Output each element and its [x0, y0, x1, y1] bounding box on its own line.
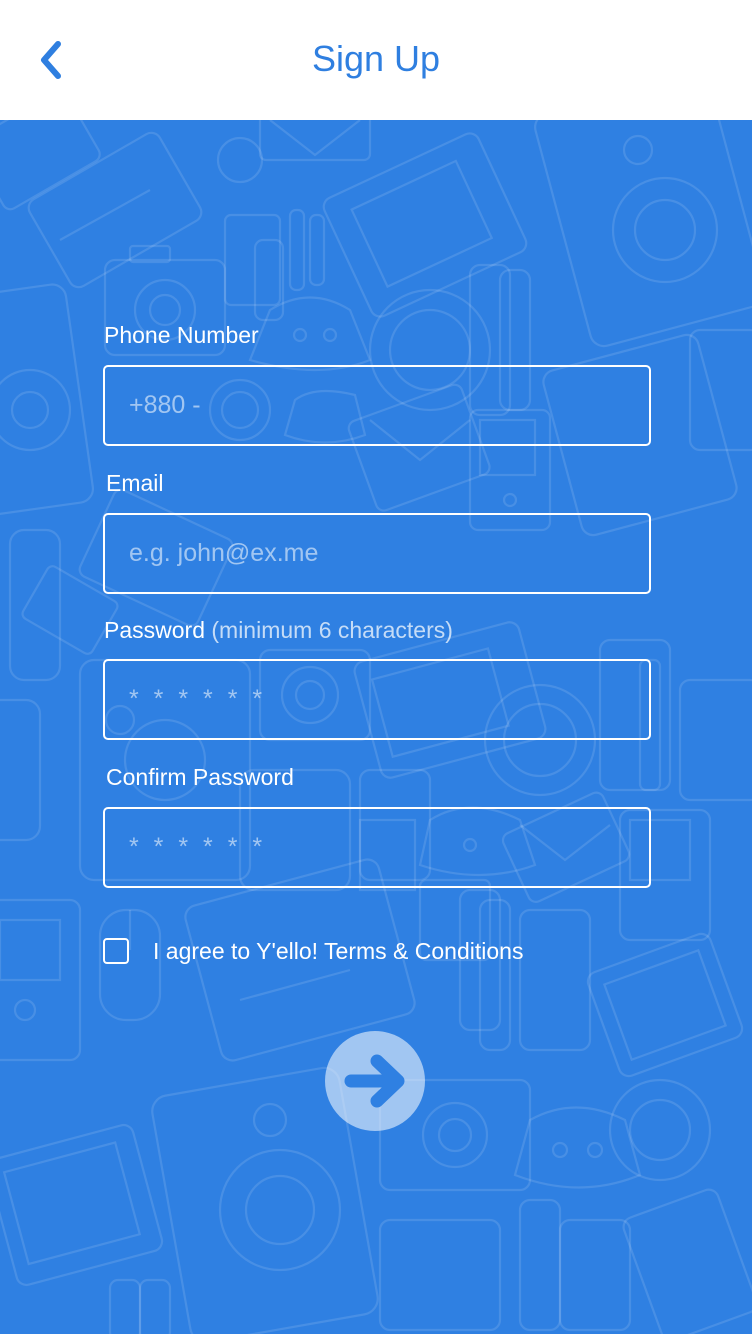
password-input[interactable]	[103, 659, 651, 740]
next-button[interactable]	[325, 1031, 425, 1131]
header: Sign Up	[0, 0, 752, 120]
terms-label[interactable]: I agree to Y'ello! Terms & Conditions	[153, 938, 523, 965]
terms-checkbox[interactable]	[103, 938, 129, 964]
terms-row: I agree to Y'ello! Terms & Conditions	[103, 936, 523, 966]
email-input[interactable]	[103, 513, 651, 594]
arrow-right-icon	[344, 1054, 405, 1108]
page-title: Sign Up	[311, 38, 441, 79]
phone-number-input[interactable]	[103, 365, 651, 446]
confirm-password-label: Confirm Password	[106, 764, 294, 790]
password-hint: (minimum 6 characters)	[211, 617, 453, 643]
form-area: Phone Number Email Password (minimum 6 c…	[0, 120, 752, 1334]
confirm-password-input[interactable]	[103, 807, 651, 888]
sign-up-screen: Sign Up Phone Number +880 - Email e.g. j…	[0, 0, 752, 1334]
email-label: Email	[106, 470, 164, 496]
password-label-text: Password	[104, 617, 205, 643]
password-label: Password (minimum 6 characters)	[104, 617, 453, 644]
phone-number-label: Phone Number	[104, 322, 259, 348]
